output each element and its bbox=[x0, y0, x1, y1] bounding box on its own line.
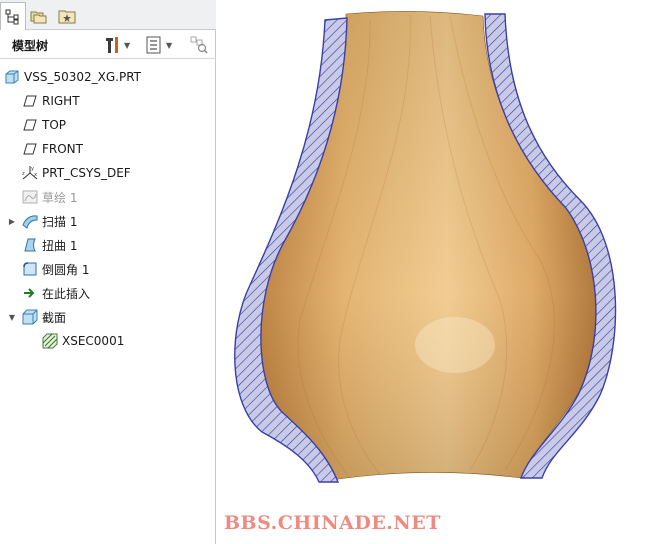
vase-cross-section-model[interactable] bbox=[216, 0, 645, 544]
favorites-folder-icon bbox=[58, 10, 76, 23]
tree-item-label: XSEC0001 bbox=[62, 334, 125, 348]
chevron-down-icon: ▼ bbox=[124, 40, 131, 50]
model-tree-header: 模型树 ▼ ▼ bbox=[0, 31, 216, 59]
tree-item-warp[interactable]: 扭曲 1 bbox=[22, 234, 77, 256]
cross-section-icon bbox=[42, 333, 58, 349]
tree-item-label: 扫描 1 bbox=[42, 214, 78, 229]
tree-item-round[interactable]: 倒圆角 1 bbox=[22, 258, 89, 280]
datum-plane-icon bbox=[22, 117, 38, 133]
tree-item-sections[interactable]: 截面 bbox=[22, 306, 66, 328]
svg-text:x: x bbox=[34, 172, 37, 178]
tree-item-sketch[interactable]: 草绘 1 bbox=[22, 186, 77, 208]
folder-browser-icon bbox=[30, 11, 47, 23]
svg-text:z: z bbox=[22, 171, 25, 177]
model-tree-icon bbox=[5, 9, 19, 24]
tree-item-front-plane[interactable]: FRONT bbox=[22, 138, 83, 160]
watermark: BBS.CHINADE.NET bbox=[224, 512, 441, 534]
list-settings-icon bbox=[146, 36, 161, 54]
sketch-icon bbox=[22, 189, 38, 205]
warp-icon bbox=[22, 237, 38, 253]
model-tree-panel: 模型树 ▼ ▼ VSS_50302_XG.PRT RIGHT TOP FRONT… bbox=[0, 0, 216, 544]
panel-title: 模型树 bbox=[12, 39, 49, 53]
tree-item-label: 倒圆角 1 bbox=[42, 262, 90, 277]
expand-arrow-icon[interactable]: ▶ bbox=[7, 210, 17, 232]
datum-plane-icon bbox=[22, 141, 38, 157]
insert-here-arrow-icon bbox=[22, 285, 38, 301]
datum-plane-icon bbox=[22, 93, 38, 109]
tree-item-insert-here[interactable]: 在此插入 bbox=[22, 282, 90, 304]
tree-item-label: PRT_CSYS_DEF bbox=[42, 166, 131, 180]
chevron-down-icon: ▼ bbox=[166, 40, 173, 50]
tab-favorites[interactable] bbox=[54, 2, 80, 29]
tree-item-right-plane[interactable]: RIGHT bbox=[22, 90, 80, 112]
round-icon bbox=[22, 261, 38, 277]
coordinate-system-icon: y x z bbox=[22, 165, 38, 181]
show-dropdown-button[interactable]: ▼ bbox=[146, 35, 172, 55]
tree-item-label: 截面 bbox=[42, 310, 67, 325]
section-folder-icon bbox=[22, 309, 38, 325]
filter-button[interactable] bbox=[190, 35, 208, 55]
tree-item-sweep[interactable]: 扫描 1 bbox=[22, 210, 77, 232]
collapse-arrow-icon[interactable]: ▼ bbox=[7, 306, 17, 328]
tree-item-label: 在此插入 bbox=[42, 286, 91, 301]
tree-item-label: FRONT bbox=[42, 142, 83, 156]
tab-folder-browser[interactable] bbox=[26, 2, 52, 29]
tree-item-csys[interactable]: y x z PRT_CSYS_DEF bbox=[22, 162, 131, 184]
filter-search-icon bbox=[190, 36, 208, 54]
settings-dropdown-button[interactable]: ▼ bbox=[104, 35, 130, 55]
tools-icon bbox=[106, 37, 118, 53]
tree-item-label: 草绘 1 bbox=[42, 190, 78, 205]
graphics-viewport[interactable]: BBS.CHINADE.NET bbox=[216, 0, 645, 544]
tree-item-part[interactable]: VSS_50302_XG.PRT bbox=[4, 66, 141, 88]
tree-item-xsec0001[interactable]: XSEC0001 bbox=[42, 330, 124, 352]
tree-item-label: RIGHT bbox=[42, 94, 80, 108]
tree-item-label: VSS_50302_XG.PRT bbox=[24, 70, 141, 84]
sweep-icon bbox=[22, 213, 38, 229]
tree-item-label: 扭曲 1 bbox=[42, 238, 78, 253]
tree-item-label: TOP bbox=[42, 118, 67, 132]
part-icon bbox=[4, 69, 20, 85]
tab-model-tree[interactable] bbox=[0, 2, 26, 30]
navigator-tab-bar bbox=[0, 0, 216, 30]
tree-item-top-plane[interactable]: TOP bbox=[22, 114, 66, 136]
